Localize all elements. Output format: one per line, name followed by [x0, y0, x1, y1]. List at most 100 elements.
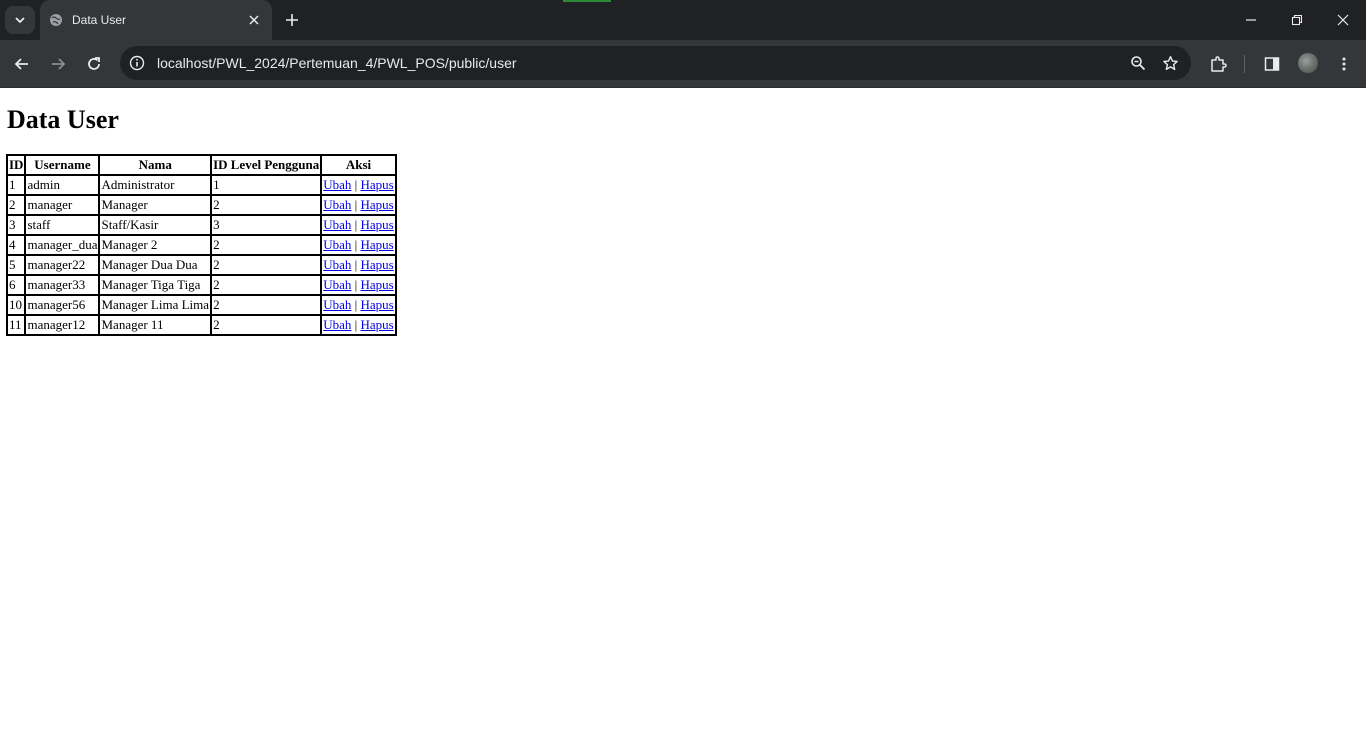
- cell-username: admin: [25, 175, 100, 195]
- cell-username: manager33: [25, 275, 100, 295]
- action-separator: |: [354, 217, 358, 232]
- active-tab[interactable]: Data User: [40, 0, 272, 40]
- cell-level: 1: [211, 175, 322, 195]
- cell-username: manager22: [25, 255, 100, 275]
- cell-level: 3: [211, 215, 322, 235]
- cell-id: 1: [7, 175, 26, 195]
- cell-aksi: Ubah | Hapus: [321, 295, 396, 315]
- chevron-down-icon: [15, 17, 25, 24]
- cell-aksi: Ubah | Hapus: [321, 275, 396, 295]
- delete-link[interactable]: Hapus: [361, 257, 394, 272]
- cell-id: 2: [7, 195, 26, 215]
- cell-level: 2: [211, 295, 322, 315]
- tab-title: Data User: [72, 13, 127, 27]
- cell-id: 5: [7, 255, 26, 275]
- edit-link[interactable]: Ubah: [323, 177, 351, 192]
- edit-link[interactable]: Ubah: [323, 257, 351, 272]
- table-row: 3 staff Staff/Kasir 3 Ubah | Hapus: [7, 215, 396, 235]
- cell-aksi: Ubah | Hapus: [321, 255, 396, 275]
- action-separator: |: [354, 177, 358, 192]
- cell-username: manager_dua: [25, 235, 100, 255]
- cell-username: manager12: [25, 315, 100, 335]
- cell-username: staff: [25, 215, 100, 235]
- header-username: Username: [25, 155, 100, 175]
- new-tab-icon[interactable]: [283, 11, 301, 29]
- reload-icon[interactable]: [82, 52, 106, 76]
- close-window-icon[interactable]: [1320, 0, 1366, 40]
- edit-link[interactable]: Ubah: [323, 277, 351, 292]
- action-separator: |: [354, 197, 358, 212]
- cell-level: 2: [211, 195, 322, 215]
- header-aksi: Aksi: [321, 155, 396, 175]
- window-controls: [1228, 0, 1366, 40]
- table-row: 6 manager33 Manager Tiga Tiga 2 Ubah | H…: [7, 275, 396, 295]
- zoom-icon[interactable]: [1127, 52, 1149, 74]
- cell-aksi: Ubah | Hapus: [321, 175, 396, 195]
- edit-link[interactable]: Ubah: [323, 237, 351, 252]
- delete-link[interactable]: Hapus: [361, 297, 394, 312]
- action-separator: |: [354, 257, 358, 272]
- cell-aksi: Ubah | Hapus: [321, 315, 396, 335]
- delete-link[interactable]: Hapus: [361, 237, 394, 252]
- cell-username: manager56: [25, 295, 100, 315]
- action-separator: |: [354, 237, 358, 252]
- page-content: Data User ID Username Nama ID Level Peng…: [0, 105, 1366, 336]
- url-text[interactable]: localhost/PWL_2024/Pertemuan_4/PWL_POS/p…: [157, 55, 1127, 71]
- cell-nama: Manager 11: [99, 315, 212, 335]
- minimize-icon[interactable]: [1228, 0, 1274, 40]
- cell-id: 11: [7, 315, 26, 335]
- tab-search-button[interactable]: [5, 6, 35, 34]
- delete-link[interactable]: Hapus: [361, 317, 394, 332]
- action-separator: |: [354, 297, 358, 312]
- cell-id: 6: [7, 275, 26, 295]
- cell-id: 3: [7, 215, 26, 235]
- delete-link[interactable]: Hapus: [361, 177, 394, 192]
- back-arrow-icon[interactable]: [10, 52, 34, 76]
- cell-nama: Manager Dua Dua: [99, 255, 212, 275]
- profile-avatar[interactable]: [1298, 53, 1318, 73]
- table-row: 5 manager22 Manager Dua Dua 2 Ubah | Hap…: [7, 255, 396, 275]
- cell-nama: Manager Tiga Tiga: [99, 275, 212, 295]
- edit-link[interactable]: Ubah: [323, 317, 351, 332]
- globe-icon: [49, 13, 63, 27]
- cell-aksi: Ubah | Hapus: [321, 215, 396, 235]
- browser-toolbar: localhost/PWL_2024/Pertemuan_4/PWL_POS/p…: [0, 40, 1366, 88]
- toolbar-divider: [1244, 55, 1245, 73]
- edit-link[interactable]: Ubah: [323, 217, 351, 232]
- edit-link[interactable]: Ubah: [323, 297, 351, 312]
- cell-id: 10: [7, 295, 26, 315]
- tab-strip: Data User: [0, 0, 1366, 40]
- user-table: ID Username Nama ID Level Pengguna Aksi …: [6, 154, 397, 336]
- cell-nama: Manager Lima Lima: [99, 295, 212, 315]
- table-row: 1 admin Administrator 1 Ubah | Hapus: [7, 175, 396, 195]
- header-nama: Nama: [99, 155, 212, 175]
- cell-nama: Administrator: [99, 175, 212, 195]
- forward-arrow-icon[interactable]: [46, 52, 70, 76]
- edit-link[interactable]: Ubah: [323, 197, 351, 212]
- header-id: ID: [7, 155, 26, 175]
- cell-nama: Manager 2: [99, 235, 212, 255]
- bookmark-star-icon[interactable]: [1159, 52, 1181, 74]
- table-row: 11 manager12 Manager 11 2 Ubah | Hapus: [7, 315, 396, 335]
- delete-link[interactable]: Hapus: [361, 217, 394, 232]
- menu-dots-icon[interactable]: [1332, 52, 1356, 76]
- table-row: 2 manager Manager 2 Ubah | Hapus: [7, 195, 396, 215]
- site-info-icon[interactable]: [127, 53, 147, 73]
- cell-aksi: Ubah | Hapus: [321, 235, 396, 255]
- cell-aksi: Ubah | Hapus: [321, 195, 396, 215]
- extensions-icon[interactable]: [1206, 52, 1230, 76]
- close-tab-icon[interactable]: [246, 12, 262, 28]
- header-level: ID Level Pengguna: [211, 155, 322, 175]
- cell-level: 2: [211, 235, 322, 255]
- restore-icon[interactable]: [1274, 0, 1320, 40]
- side-panel-icon[interactable]: [1260, 52, 1284, 76]
- cell-id: 4: [7, 235, 26, 255]
- table-row: 10 manager56 Manager Lima Lima 2 Ubah | …: [7, 295, 396, 315]
- action-separator: |: [354, 317, 358, 332]
- cell-level: 2: [211, 315, 322, 335]
- delete-link[interactable]: Hapus: [361, 277, 394, 292]
- delete-link[interactable]: Hapus: [361, 197, 394, 212]
- table-header-row: ID Username Nama ID Level Pengguna Aksi: [7, 155, 396, 175]
- address-bar[interactable]: localhost/PWL_2024/Pertemuan_4/PWL_POS/p…: [120, 46, 1191, 80]
- cell-level: 2: [211, 255, 322, 275]
